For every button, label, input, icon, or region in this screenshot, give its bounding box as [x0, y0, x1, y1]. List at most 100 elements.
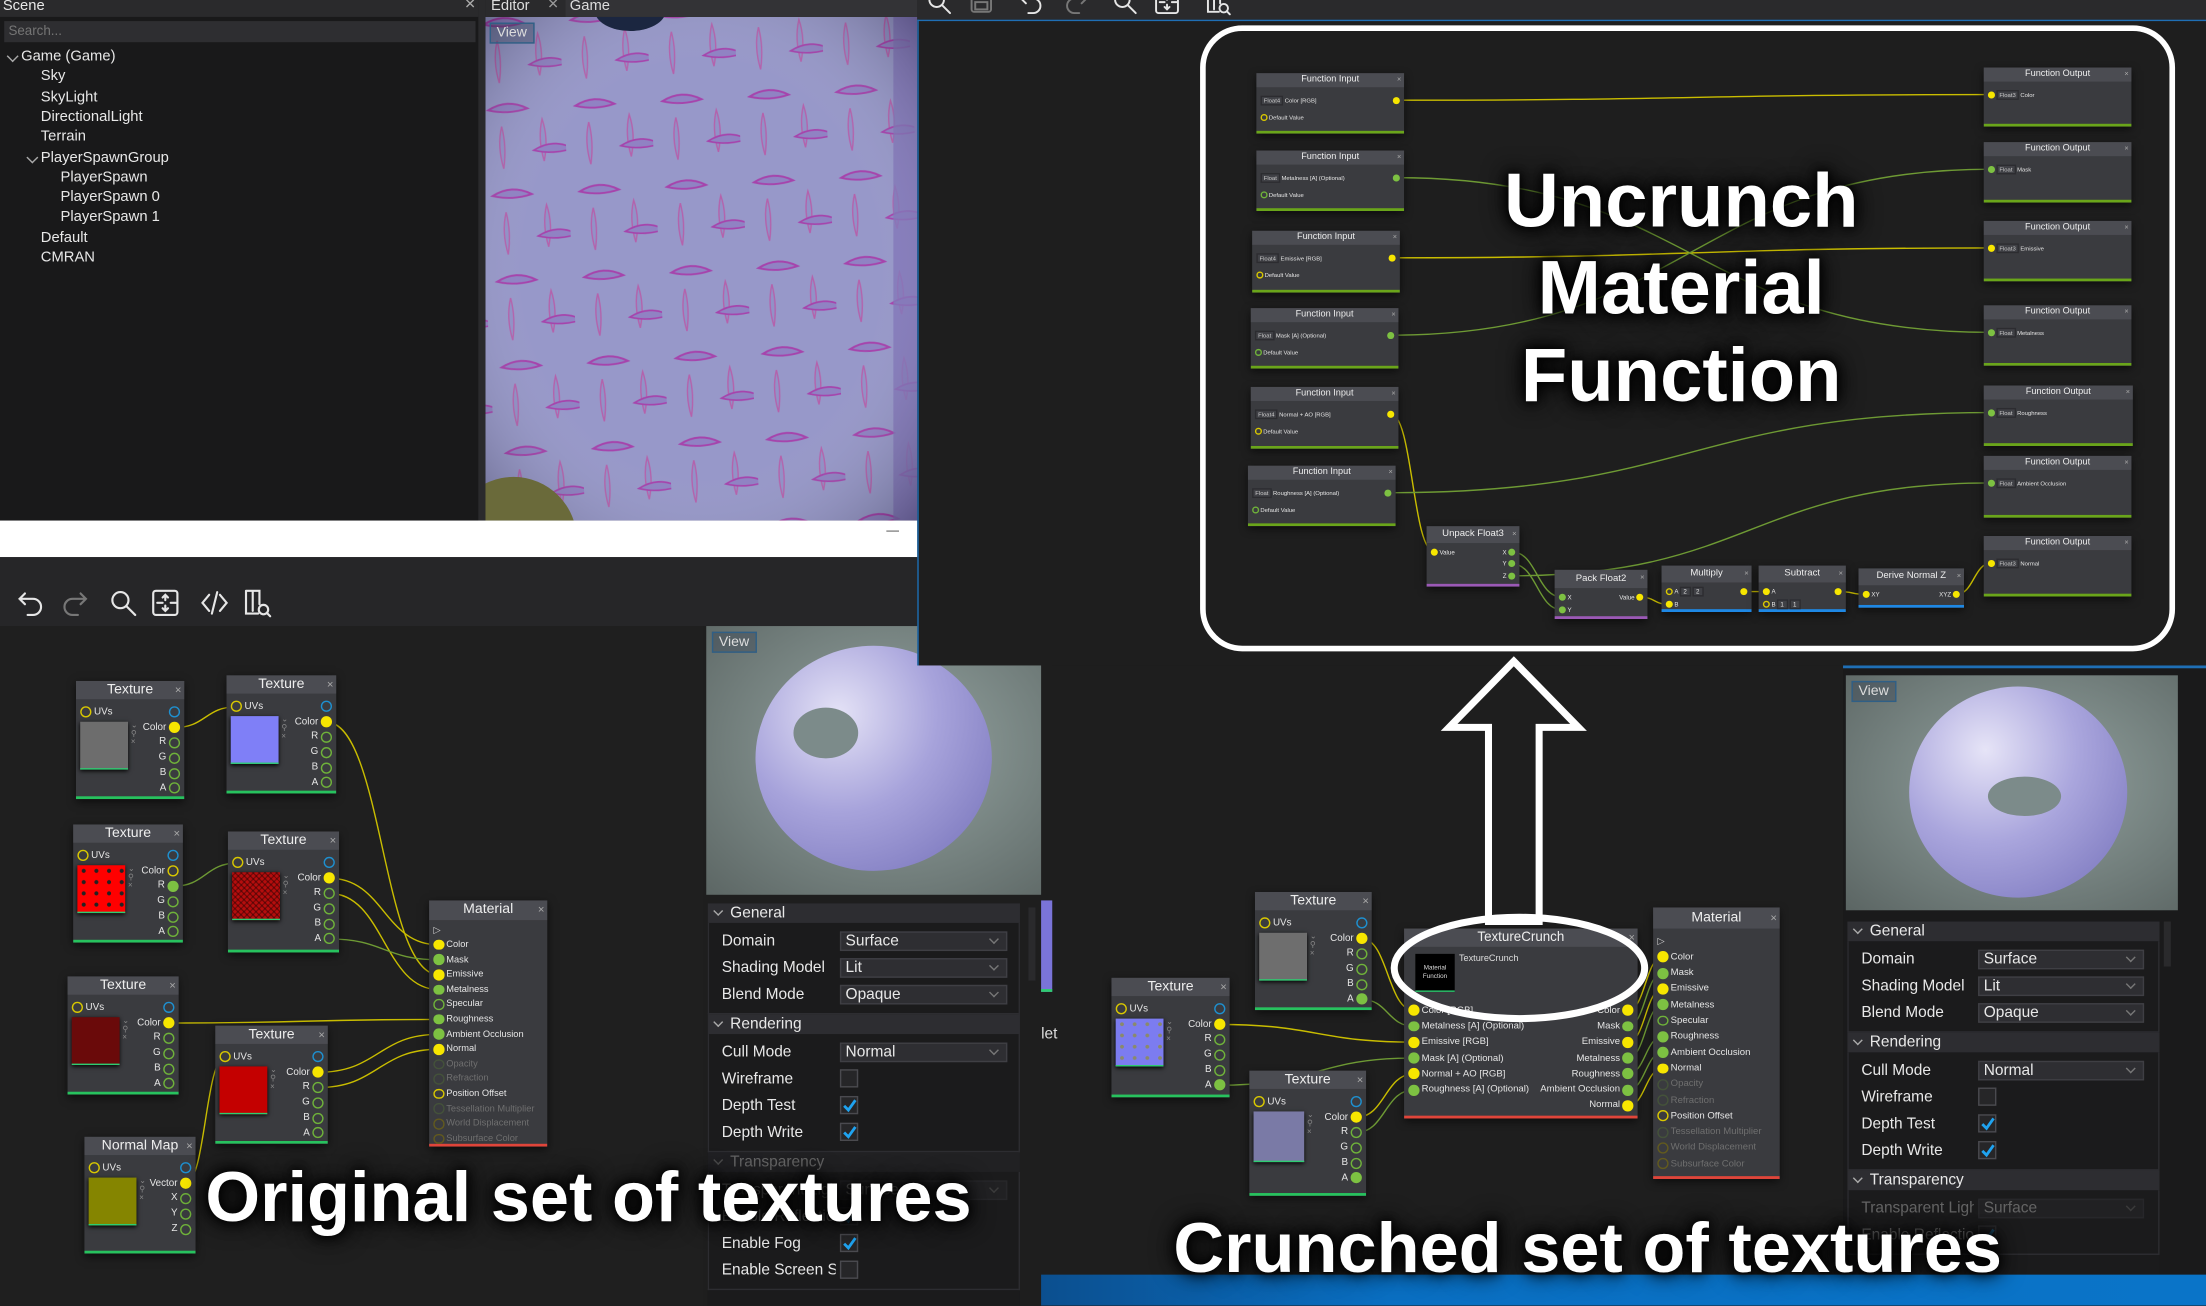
undo-icon[interactable]	[17, 588, 47, 625]
close-icon[interactable]: ×	[1220, 978, 1227, 996]
tree-item[interactable]: Terrain	[41, 128, 86, 145]
node-header[interactable]: Texture ×	[215, 1025, 328, 1044]
output-pin[interactable]	[1622, 1020, 1634, 1032]
output-pin[interactable]	[180, 1192, 192, 1205]
output-pin[interactable]	[180, 1208, 192, 1220]
output-pin[interactable]	[1622, 1084, 1634, 1096]
output-pin[interactable]	[163, 1047, 175, 1060]
close-icon[interactable]: ×	[538, 900, 545, 920]
tree-item[interactable]: PlayerSpawn 1	[60, 209, 159, 226]
texture-thumbnail[interactable]	[1259, 932, 1308, 981]
output-pin[interactable]	[1356, 933, 1368, 945]
input-pin[interactable]	[433, 939, 444, 951]
property-checkbox[interactable]	[839, 1069, 859, 1088]
property-dropdown[interactable]: Surface	[1978, 1198, 2145, 1219]
texture-thumbnail[interactable]	[230, 715, 279, 764]
input-pin[interactable]	[230, 701, 243, 713]
chevron-down-icon[interactable]	[6, 50, 19, 63]
output-pin[interactable]	[1356, 963, 1368, 975]
close-icon[interactable]: ×	[175, 681, 182, 699]
close-icon[interactable]: ×	[1362, 892, 1369, 910]
input-pin[interactable]	[1657, 967, 1669, 979]
input-pin[interactable]	[1657, 1126, 1669, 1138]
output-pin[interactable]	[1622, 1052, 1634, 1064]
clear-icon[interactable]: ×	[283, 889, 290, 898]
chevron-down-icon[interactable]: ⌄	[1166, 1018, 1173, 1027]
output-pin[interactable]	[180, 1162, 192, 1174]
right-preview[interactable]: View	[1845, 675, 2178, 911]
tree-item[interactable]: PlayerSpawn 0	[60, 189, 159, 206]
output-pin[interactable]	[168, 721, 181, 734]
output-pin[interactable]	[1350, 1142, 1362, 1154]
output-pin[interactable]	[168, 752, 181, 764]
chevron-down-icon[interactable]: ⌄	[131, 721, 138, 730]
output-pin[interactable]	[1214, 1064, 1226, 1076]
scene-search-input[interactable]	[4, 21, 476, 43]
material-node[interactable]: Material × ▷ Color Mask Emissive Metalness Spec…	[429, 900, 548, 1147]
clear-icon[interactable]: ×	[270, 1083, 277, 1092]
minimize-icon[interactable]	[886, 530, 900, 532]
node-header[interactable]: Material ×	[1653, 907, 1780, 929]
property-dropdown[interactable]: Surface	[839, 931, 1008, 952]
left-preview[interactable]: View	[706, 626, 1042, 895]
output-pin[interactable]	[1214, 1034, 1226, 1046]
input-pin[interactable]	[433, 1073, 444, 1085]
property-checkbox[interactable]	[839, 1122, 859, 1141]
close-icon[interactable]: ×	[327, 675, 334, 693]
node-header[interactable]: Texture ×	[75, 680, 185, 700]
tree-item[interactable]: CMRAN	[41, 249, 95, 266]
output-pin[interactable]	[167, 850, 179, 862]
texture-node[interactable]: Texture × ⌄ ⚲ × UVs Color R G B A	[1249, 1070, 1367, 1196]
close-icon[interactable]: ✕	[547, 0, 559, 13]
input-pin[interactable]	[1408, 1004, 1420, 1016]
node-header[interactable]: Texture ×	[1249, 1070, 1367, 1089]
output-pin[interactable]	[1356, 948, 1368, 960]
input-pin[interactable]	[433, 969, 444, 981]
property-dropdown[interactable]: Normal	[1978, 1060, 2145, 1081]
input-pin[interactable]	[1408, 1084, 1420, 1096]
section-header[interactable]: Transparency	[1847, 1170, 2160, 1191]
magnifier-icon[interactable]: ⚲	[1166, 1027, 1173, 1036]
texture-node[interactable]: Texture × ⌄ ⚲ × UVs Color R G B A	[67, 976, 179, 1095]
output-pin[interactable]	[312, 1081, 324, 1094]
magnifier-icon[interactable]: ⚲	[1310, 941, 1317, 950]
input-pin[interactable]	[1657, 1062, 1669, 1074]
clear-icon[interactable]: ×	[281, 733, 288, 742]
close-icon[interactable]: ×	[169, 976, 176, 994]
output-pin[interactable]	[312, 1112, 324, 1124]
output-pin[interactable]	[323, 902, 335, 915]
texture-node[interactable]: Texture × ⌄ ⚲ × UVs Color R G B A	[226, 675, 337, 794]
input-pin[interactable]	[1408, 1068, 1420, 1080]
left-properties-scrollbar[interactable]	[1028, 907, 1036, 981]
output-pin[interactable]	[323, 918, 335, 930]
game-viewport[interactable]: View	[485, 16, 918, 521]
input-pin[interactable]	[433, 984, 444, 995]
clear-icon[interactable]: ×	[1310, 950, 1317, 959]
texture-thumbnail[interactable]	[232, 871, 280, 920]
input-pin[interactable]	[433, 1118, 444, 1130]
close-icon[interactable]: ×	[318, 1026, 325, 1044]
chevron-down-icon[interactable]: ⌄	[1310, 932, 1317, 941]
tree-item[interactable]: Game (Game)	[21, 48, 115, 65]
output-pin[interactable]	[323, 872, 335, 884]
input-pin[interactable]	[433, 954, 444, 966]
node-header[interactable]: Texture ×	[73, 824, 183, 843]
input-pin[interactable]	[433, 1088, 444, 1100]
property-dropdown[interactable]: Normal	[839, 1042, 1008, 1063]
tree-item[interactable]: PlayerSpawn	[60, 169, 147, 186]
magnifier-icon[interactable]: ⚲	[281, 724, 288, 733]
output-pin[interactable]	[320, 761, 333, 774]
output-pin[interactable]	[168, 782, 181, 795]
output-pin[interactable]	[168, 706, 181, 719]
input-pin[interactable]	[1259, 917, 1271, 930]
output-pin[interactable]	[180, 1223, 192, 1235]
chevron-down-icon[interactable]: ⌄	[139, 1177, 146, 1186]
output-pin[interactable]	[1350, 1157, 1362, 1169]
input-pin[interactable]	[80, 706, 92, 719]
redo-icon[interactable]	[59, 588, 89, 625]
output-pin[interactable]	[167, 880, 179, 892]
magnifier-icon[interactable]: ⚲	[128, 874, 135, 883]
input-pin[interactable]	[1657, 999, 1669, 1011]
property-checkbox[interactable]	[1978, 1087, 1997, 1106]
property-dropdown[interactable]: Lit	[1978, 976, 2145, 997]
